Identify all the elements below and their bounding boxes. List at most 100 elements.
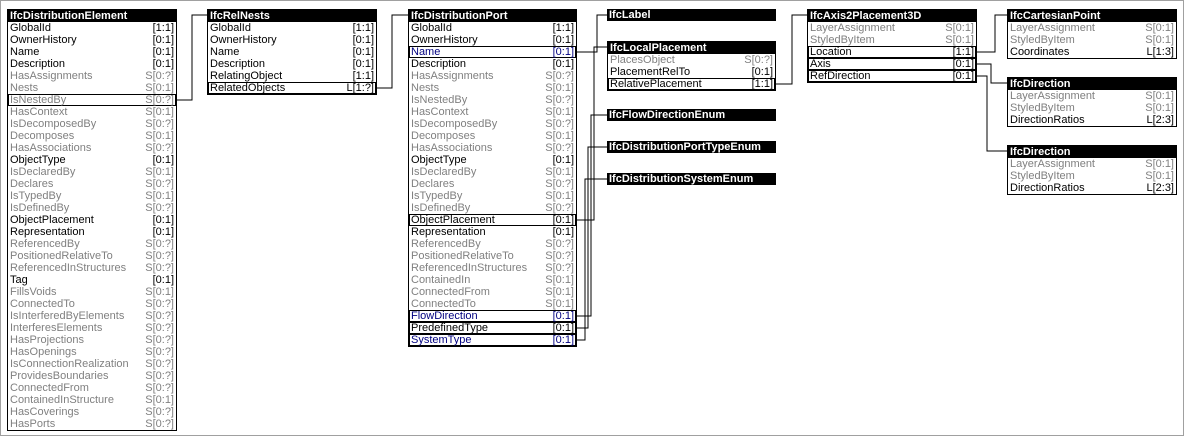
entity-ifc-rel-nests[interactable]: IfcRelNests GlobalId [1:1] OwnerHistory [0:1…	[207, 9, 377, 95]
attribute-row-is-typed-by[interactable]: IsTypedBy S[0:1]	[409, 190, 576, 202]
attribute-row-ref-direction[interactable]: RefDirection [0:1]	[808, 70, 976, 82]
entity-ifc-cartesian-point[interactable]: IfcCartesianPoint LayerAssignment S[0:1] St…	[1007, 9, 1177, 59]
entity-ifc-flow-direction-enum[interactable]: IfcFlowDirectionEnum	[607, 109, 776, 121]
attribute-row-referenced-by[interactable]: ReferencedBy S[0:?]	[8, 238, 176, 250]
attribute-row-axis[interactable]: Axis [0:1]	[808, 58, 976, 70]
attribute-row-has-assignments[interactable]: HasAssignments S[0:?]	[409, 70, 576, 82]
attribute-row-layer-assignment[interactable]: LayerAssignment S[0:1]	[808, 22, 976, 34]
attribute-row-name[interactable]: Name [0:1]	[208, 46, 376, 58]
attribute-row-styled-by-item[interactable]: StyledByItem S[0:1]	[1008, 34, 1176, 46]
attribute-row-connected-from[interactable]: ConnectedFrom S[0:1]	[409, 286, 576, 298]
attribute-row-positioned-relative-to[interactable]: PositionedRelativeTo S[0:?]	[409, 250, 576, 262]
attribute-row-nests[interactable]: Nests S[0:1]	[409, 82, 576, 94]
attribute-row-has-ports[interactable]: HasPorts S[0:?]	[8, 418, 176, 430]
attribute-row-is-declared-by[interactable]: IsDeclaredBy S[0:1]	[409, 166, 576, 178]
attribute-row-object-placement[interactable]: ObjectPlacement [0:1]	[8, 214, 176, 226]
attribute-row-has-context[interactable]: HasContext S[0:1]	[8, 106, 176, 118]
attribute-name: HasAssociations	[10, 142, 92, 154]
attribute-row-provides-boundaries[interactable]: ProvidesBoundaries S[0:?]	[8, 370, 176, 382]
attribute-row-location[interactable]: Location [1:1]	[808, 46, 976, 58]
attribute-row-representation[interactable]: Representation [0:1]	[8, 226, 176, 238]
attribute-row-connected-from[interactable]: ConnectedFrom S[0:?]	[8, 382, 176, 394]
attribute-name: OwnerHistory	[10, 34, 77, 46]
attribute-row-connected-to[interactable]: ConnectedTo S[0:1]	[409, 298, 576, 310]
attribute-row-has-context[interactable]: HasContext S[0:1]	[409, 106, 576, 118]
attribute-row-predefined-type[interactable]: PredefinedType [0:1]	[409, 322, 576, 334]
attribute-row-name[interactable]: Name [0:1]	[8, 46, 176, 58]
attribute-row-has-coverings[interactable]: HasCoverings S[0:?]	[8, 406, 176, 418]
attribute-row-tag[interactable]: Tag [0:1]	[8, 274, 176, 286]
attribute-row-description[interactable]: Description [0:1]	[208, 58, 376, 70]
attribute-row-styled-by-item[interactable]: StyledByItem S[0:1]	[808, 34, 976, 46]
attribute-row-is-nested-by[interactable]: IsNestedBy S[0:?]	[8, 94, 176, 106]
attribute-row-relating-object[interactable]: RelatingObject [1:1]	[208, 70, 376, 82]
attribute-row-is-defined-by[interactable]: IsDefinedBy S[0:?]	[8, 202, 176, 214]
entity-ifc-direction1[interactable]: IfcDirection LayerAssignment S[0:1] StyledB…	[1007, 77, 1177, 127]
attribute-row-referenced-in-structures[interactable]: ReferencedInStructures S[0:?]	[8, 262, 176, 274]
attribute-row-layer-assignment[interactable]: LayerAssignment S[0:1]	[1008, 22, 1176, 34]
entity-ifc-local-placement[interactable]: IfcLocalPlacement PlacesObject S[0:?] Place…	[607, 41, 776, 91]
entity-ifc-distribution-port[interactable]: IfcDistributionPort GlobalId [1:1] OwnerHis…	[408, 9, 577, 347]
attribute-cardinality: S[0:?]	[145, 142, 174, 154]
attribute-row-fills-voids[interactable]: FillsVoids S[0:1]	[8, 286, 176, 298]
attribute-row-has-projections[interactable]: HasProjections S[0:?]	[8, 334, 176, 346]
attribute-row-relative-placement[interactable]: RelativePlacement [1:1]	[608, 78, 775, 90]
attribute-row-object-placement[interactable]: ObjectPlacement [0:1]	[409, 214, 576, 226]
attribute-row-owner-history[interactable]: OwnerHistory [0:1]	[8, 34, 176, 46]
attribute-row-has-associations[interactable]: HasAssociations S[0:?]	[409, 142, 576, 154]
attribute-row-declares[interactable]: Declares S[0:?]	[8, 178, 176, 190]
attribute-row-layer-assignment[interactable]: LayerAssignment S[0:1]	[1008, 158, 1176, 170]
attribute-row-description[interactable]: Description [0:1]	[409, 58, 576, 70]
attribute-name: PredefinedType	[411, 322, 489, 334]
attribute-row-owner-history[interactable]: OwnerHistory [0:1]	[208, 34, 376, 46]
attribute-row-is-decomposed-by[interactable]: IsDecomposedBy S[0:?]	[409, 118, 576, 130]
attribute-row-decomposes[interactable]: Decomposes S[0:1]	[8, 130, 176, 142]
attribute-row-direction-ratios[interactable]: DirectionRatios L[2:3]	[1008, 114, 1176, 126]
attribute-row-contained-in-structure[interactable]: ContainedInStructure S[0:1]	[8, 394, 176, 406]
attribute-row-flow-direction[interactable]: FlowDirection [0:1]	[409, 310, 576, 322]
attribute-row-decomposes[interactable]: Decomposes S[0:1]	[409, 130, 576, 142]
attribute-row-global-id[interactable]: GlobalId [1:1]	[8, 22, 176, 34]
attribute-row-global-id[interactable]: GlobalId [1:1]	[208, 22, 376, 34]
entity-ifc-direction2[interactable]: IfcDirection LayerAssignment S[0:1] StyledB…	[1007, 145, 1177, 195]
attribute-row-has-openings[interactable]: HasOpenings S[0:?]	[8, 346, 176, 358]
attribute-row-direction-ratios[interactable]: DirectionRatios L[2:3]	[1008, 182, 1176, 194]
attribute-row-is-declared-by[interactable]: IsDeclaredBy S[0:1]	[8, 166, 176, 178]
attribute-row-styled-by-item[interactable]: StyledByItem S[0:1]	[1008, 102, 1176, 114]
attribute-row-interferes-elements[interactable]: InterferesElements S[0:?]	[8, 322, 176, 334]
attribute-row-representation[interactable]: Representation [0:1]	[409, 226, 576, 238]
attribute-row-referenced-by[interactable]: ReferencedBy S[0:?]	[409, 238, 576, 250]
entity-ifc-label[interactable]: IfcLabel	[607, 9, 776, 21]
attribute-row-declares[interactable]: Declares S[0:?]	[409, 178, 576, 190]
attribute-row-referenced-in-structures[interactable]: ReferencedInStructures S[0:?]	[409, 262, 576, 274]
attribute-row-coordinates[interactable]: Coordinates L[1:3]	[1008, 46, 1176, 58]
attribute-row-is-typed-by[interactable]: IsTypedBy S[0:1]	[8, 190, 176, 202]
entity-ifc-distribution-system-enum[interactable]: IfcDistributionSystemEnum	[607, 173, 776, 185]
attribute-row-object-type[interactable]: ObjectType [0:1]	[409, 154, 576, 166]
entity-ifc-axis2-placement3-d[interactable]: IfcAxis2Placement3D LayerAssignment S[0:1]…	[807, 9, 977, 83]
attribute-row-styled-by-item[interactable]: StyledByItem S[0:1]	[1008, 170, 1176, 182]
attribute-row-is-connection-realization[interactable]: IsConnectionRealization S[0:?]	[8, 358, 176, 370]
attribute-row-description[interactable]: Description [0:1]	[8, 58, 176, 70]
attribute-row-name[interactable]: Name [0:1]	[409, 46, 576, 58]
attribute-row-system-type[interactable]: SystemType [0:1]	[409, 334, 576, 346]
attribute-row-nests[interactable]: Nests S[0:1]	[8, 82, 176, 94]
attribute-row-owner-history[interactable]: OwnerHistory [0:1]	[409, 34, 576, 46]
attribute-row-layer-assignment[interactable]: LayerAssignment S[0:1]	[1008, 90, 1176, 102]
attribute-row-is-decomposed-by[interactable]: IsDecomposedBy S[0:?]	[8, 118, 176, 130]
attribute-row-is-defined-by[interactable]: IsDefinedBy S[0:?]	[409, 202, 576, 214]
entity-ifc-distribution-element[interactable]: IfcDistributionElement GlobalId [1:1] Owner…	[7, 9, 177, 431]
attribute-row-related-objects[interactable]: RelatedObjects L[1:?]	[208, 82, 376, 94]
attribute-row-placement-rel-to[interactable]: PlacementRelTo [0:1]	[608, 66, 775, 78]
attribute-row-global-id[interactable]: GlobalId [1:1]	[409, 22, 576, 34]
attribute-row-is-interfered-by-elements[interactable]: IsInterferedByElements S[0:?]	[8, 310, 176, 322]
attribute-row-has-assignments[interactable]: HasAssignments S[0:?]	[8, 70, 176, 82]
attribute-row-is-nested-by[interactable]: IsNestedBy S[0:?]	[409, 94, 576, 106]
attribute-row-connected-to[interactable]: ConnectedTo S[0:?]	[8, 298, 176, 310]
attribute-row-object-type[interactable]: ObjectType [0:1]	[8, 154, 176, 166]
attribute-row-contained-in[interactable]: ContainedIn S[0:1]	[409, 274, 576, 286]
attribute-row-places-object[interactable]: PlacesObject S[0:?]	[608, 54, 775, 66]
attribute-row-has-associations[interactable]: HasAssociations S[0:?]	[8, 142, 176, 154]
entity-ifc-distribution-port-type-enum[interactable]: IfcDistributionPortTypeEnum	[607, 141, 776, 153]
attribute-row-positioned-relative-to[interactable]: PositionedRelativeTo S[0:?]	[8, 250, 176, 262]
